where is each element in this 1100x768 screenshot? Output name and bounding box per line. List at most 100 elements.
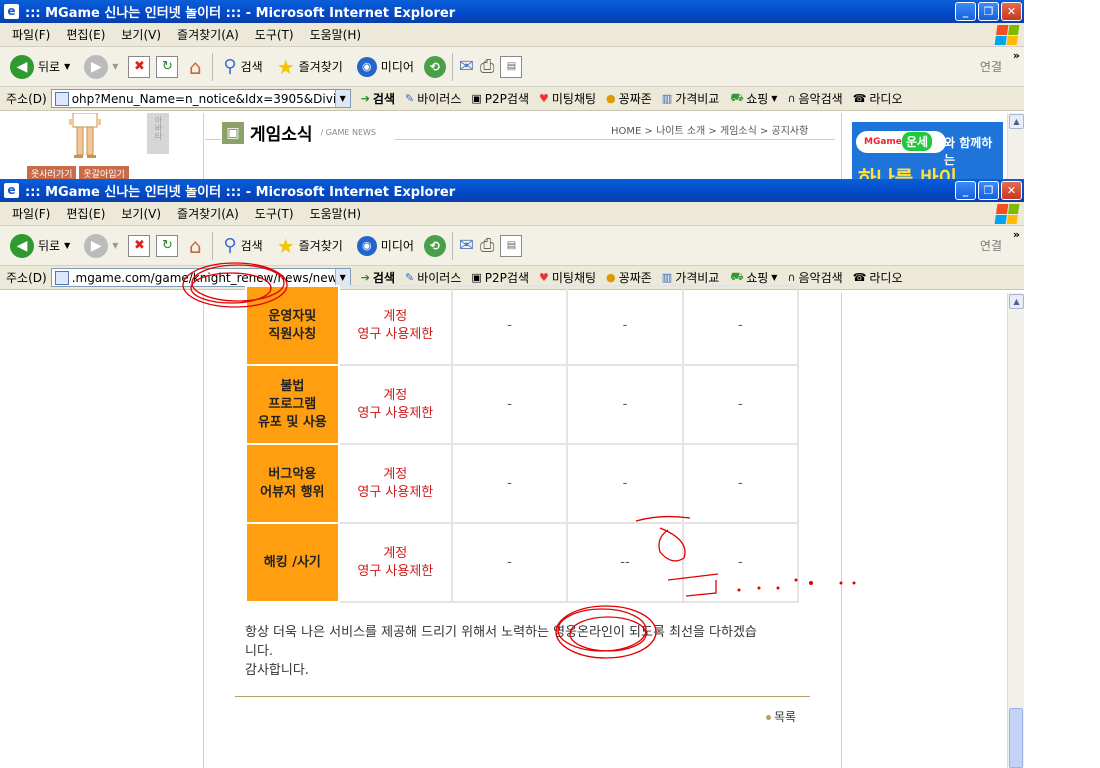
search-button[interactable]: ⚲ 검색 (219, 233, 266, 258)
lower-title-bar[interactable]: e ::: MGame 신나는 인터넷 놀이터 ::: - Microsoft … (0, 179, 1024, 202)
tab-change-clothes[interactable]: 옷갈아입기 (79, 166, 129, 180)
favorites-button[interactable]: ★ 즐겨찾기 (273, 232, 347, 260)
scroll-up-arrow-icon[interactable]: ▲ (1009, 114, 1024, 129)
link-music[interactable]: ∩ 음악검색 (787, 269, 842, 286)
mail-icon[interactable]: ✉ (459, 235, 474, 256)
link-p2p[interactable]: ▣ P2P검색 (471, 90, 529, 107)
go-arrow-icon: ➔ (360, 271, 370, 284)
back-button[interactable]: ◀ 뒤로 ▼ (6, 232, 74, 260)
link-p2p[interactable]: ▣ P2P검색 (471, 269, 529, 286)
restore-button[interactable]: ❐ (978, 2, 999, 21)
back-arrow-icon: ◀ (10, 54, 34, 79)
menu-help[interactable]: 도움말(H) (304, 26, 368, 43)
link-virus[interactable]: ✎ 바이러스 (405, 269, 461, 286)
back-button[interactable]: ◀ 뒤로 ▼ (6, 53, 74, 81)
menu-favorites[interactable]: 즐겨찾기(A) (171, 26, 245, 43)
table-cell: - (566, 443, 684, 524)
list-button[interactable]: 목록 (766, 708, 796, 725)
restore-button[interactable]: ❐ (978, 181, 999, 200)
print-icon[interactable]: ⎙ (480, 56, 494, 77)
link-radio[interactable]: ☎ 라디오 (853, 90, 903, 107)
link-shopping[interactable]: ⛟ 쇼핑 ▼ (729, 269, 777, 286)
link-free[interactable]: ● 꽁짜존 (606, 90, 652, 107)
link-label: 꽁짜존 (618, 271, 652, 285)
link-free[interactable]: ● 꽁짜존 (606, 269, 652, 286)
link-music[interactable]: ∩ 음악검색 (787, 90, 842, 107)
link-virus[interactable]: ✎ 바이러스 (405, 90, 461, 107)
table-row: 해킹 /사기 계정 영구 사용제한 - -- - (245, 522, 800, 603)
minimize-button[interactable]: _ (955, 2, 976, 21)
go-button[interactable]: 연결 (980, 237, 1002, 254)
stop-icon[interactable]: ✖ (128, 234, 151, 257)
table-cell: - (681, 364, 800, 445)
scroll-thumb[interactable] (1009, 708, 1023, 768)
upper-scrollbar[interactable]: ▲ (1007, 113, 1024, 180)
search-button[interactable]: ⚲ 검색 (219, 54, 266, 79)
address-input[interactable]: ohp?Menu_Name=n_notice&Idx=3905&Divide=G… (50, 89, 351, 108)
media-button[interactable]: ◉ 미디어 (353, 55, 418, 79)
toolbar-separator (451, 52, 453, 81)
forward-button[interactable]: ▶ ▼ (80, 53, 122, 81)
upper-page-content: 아바타 옷사러가기 옷갈아입기 ▣ 게임소식 / GAME NEWS HOME >… (0, 113, 1024, 180)
menu-file[interactable]: 파일(F) (6, 26, 56, 43)
menu-tools[interactable]: 도구(T) (249, 205, 300, 222)
refresh-icon[interactable]: ↻ (156, 55, 179, 78)
menu-view[interactable]: 보기(V) (115, 26, 167, 43)
chevron-icon[interactable]: » (1013, 228, 1020, 241)
section-title: 게임소식 (250, 125, 313, 145)
violation-category-cell: 버그악용 어뷰저 행위 (245, 443, 340, 524)
lower-scrollbar[interactable]: ▲ (1007, 293, 1024, 768)
link-radio[interactable]: ☎ 라디오 (853, 269, 903, 286)
edit-icon[interactable]: ▤ (500, 55, 523, 78)
link-price[interactable]: ▥ 가격비교 (662, 90, 720, 107)
mail-icon[interactable]: ✉ (459, 56, 474, 77)
menu-tools[interactable]: 도구(T) (249, 26, 300, 43)
home-icon[interactable]: ⌂ (184, 234, 206, 258)
chevron-icon[interactable]: » (1013, 49, 1020, 62)
link-search[interactable]: ➔ 검색 (361, 90, 395, 107)
history-icon[interactable]: ⟲ (423, 55, 446, 78)
link-meeting[interactable]: ♥ 미팅채팅 (539, 90, 596, 107)
address-dropdown-icon[interactable]: ▼ (334, 90, 350, 107)
link-search[interactable]: ➔ 검색 (361, 269, 395, 286)
ad-banner[interactable]: MGame 운세 와 함께하는 하나를 바이 (852, 122, 1003, 180)
scroll-up-arrow-icon[interactable]: ▲ (1009, 294, 1024, 309)
menu-edit[interactable]: 편집(E) (60, 26, 111, 43)
menu-favorites[interactable]: 즐겨찾기(A) (171, 205, 245, 222)
menu-help[interactable]: 도움말(H) (304, 205, 368, 222)
menu-file[interactable]: 파일(F) (6, 205, 56, 222)
favorites-button[interactable]: ★ 즐겨찾기 (273, 53, 347, 81)
forward-arrow-icon: ▶ (84, 233, 109, 258)
ie-icon: e (4, 4, 19, 19)
upper-title-bar[interactable]: e ::: MGame 신나는 인터넷 놀이터 ::: - Microsoft … (0, 0, 1024, 23)
menu-edit[interactable]: 편집(E) (60, 205, 111, 222)
menu-view[interactable]: 보기(V) (115, 205, 167, 222)
table-row: 불법 프로그램 유포 및 사용 계정 영구 사용제한 - - - (245, 364, 800, 445)
avatar-side-tab[interactable]: 아바타 (147, 113, 169, 154)
table-row: 운영자및 직원사칭 계정 영구 사용제한 - - - (245, 285, 800, 366)
history-icon[interactable]: ⟲ (423, 234, 446, 257)
close-button[interactable]: ✕ (1001, 2, 1022, 21)
toolbar-separator (212, 231, 214, 260)
print-icon[interactable]: ⎙ (480, 235, 494, 256)
link-price[interactable]: ▥ 가격비교 (662, 269, 720, 286)
heading-rule (205, 139, 221, 140)
back-arrow-icon: ◀ (10, 233, 34, 258)
tab-buy-clothes[interactable]: 옷사러가기 (27, 166, 77, 180)
message-line: 감사합니다. (245, 663, 309, 678)
stop-icon[interactable]: ✖ (128, 55, 151, 78)
penalty-line: 계정 (383, 387, 408, 403)
home-icon[interactable]: ⌂ (184, 55, 206, 79)
close-button[interactable]: ✕ (1001, 181, 1022, 200)
link-shopping[interactable]: ⛟ 쇼핑 ▼ (729, 90, 777, 107)
go-button[interactable]: 연결 (980, 58, 1002, 75)
link-meeting[interactable]: ♥ 미팅채팅 (539, 269, 596, 286)
edit-icon[interactable]: ▤ (500, 234, 523, 257)
forward-button[interactable]: ▶ ▼ (80, 232, 122, 260)
address-dropdown-icon[interactable]: ▼ (334, 269, 350, 286)
minimize-button[interactable]: _ (955, 181, 976, 200)
breadcrumb: HOME > 나이트 소개 > 게임소식 > 공지사항 (611, 126, 809, 137)
windows-logo-icon (994, 204, 1020, 224)
media-button[interactable]: ◉ 미디어 (353, 234, 418, 258)
refresh-icon[interactable]: ↻ (156, 234, 179, 257)
